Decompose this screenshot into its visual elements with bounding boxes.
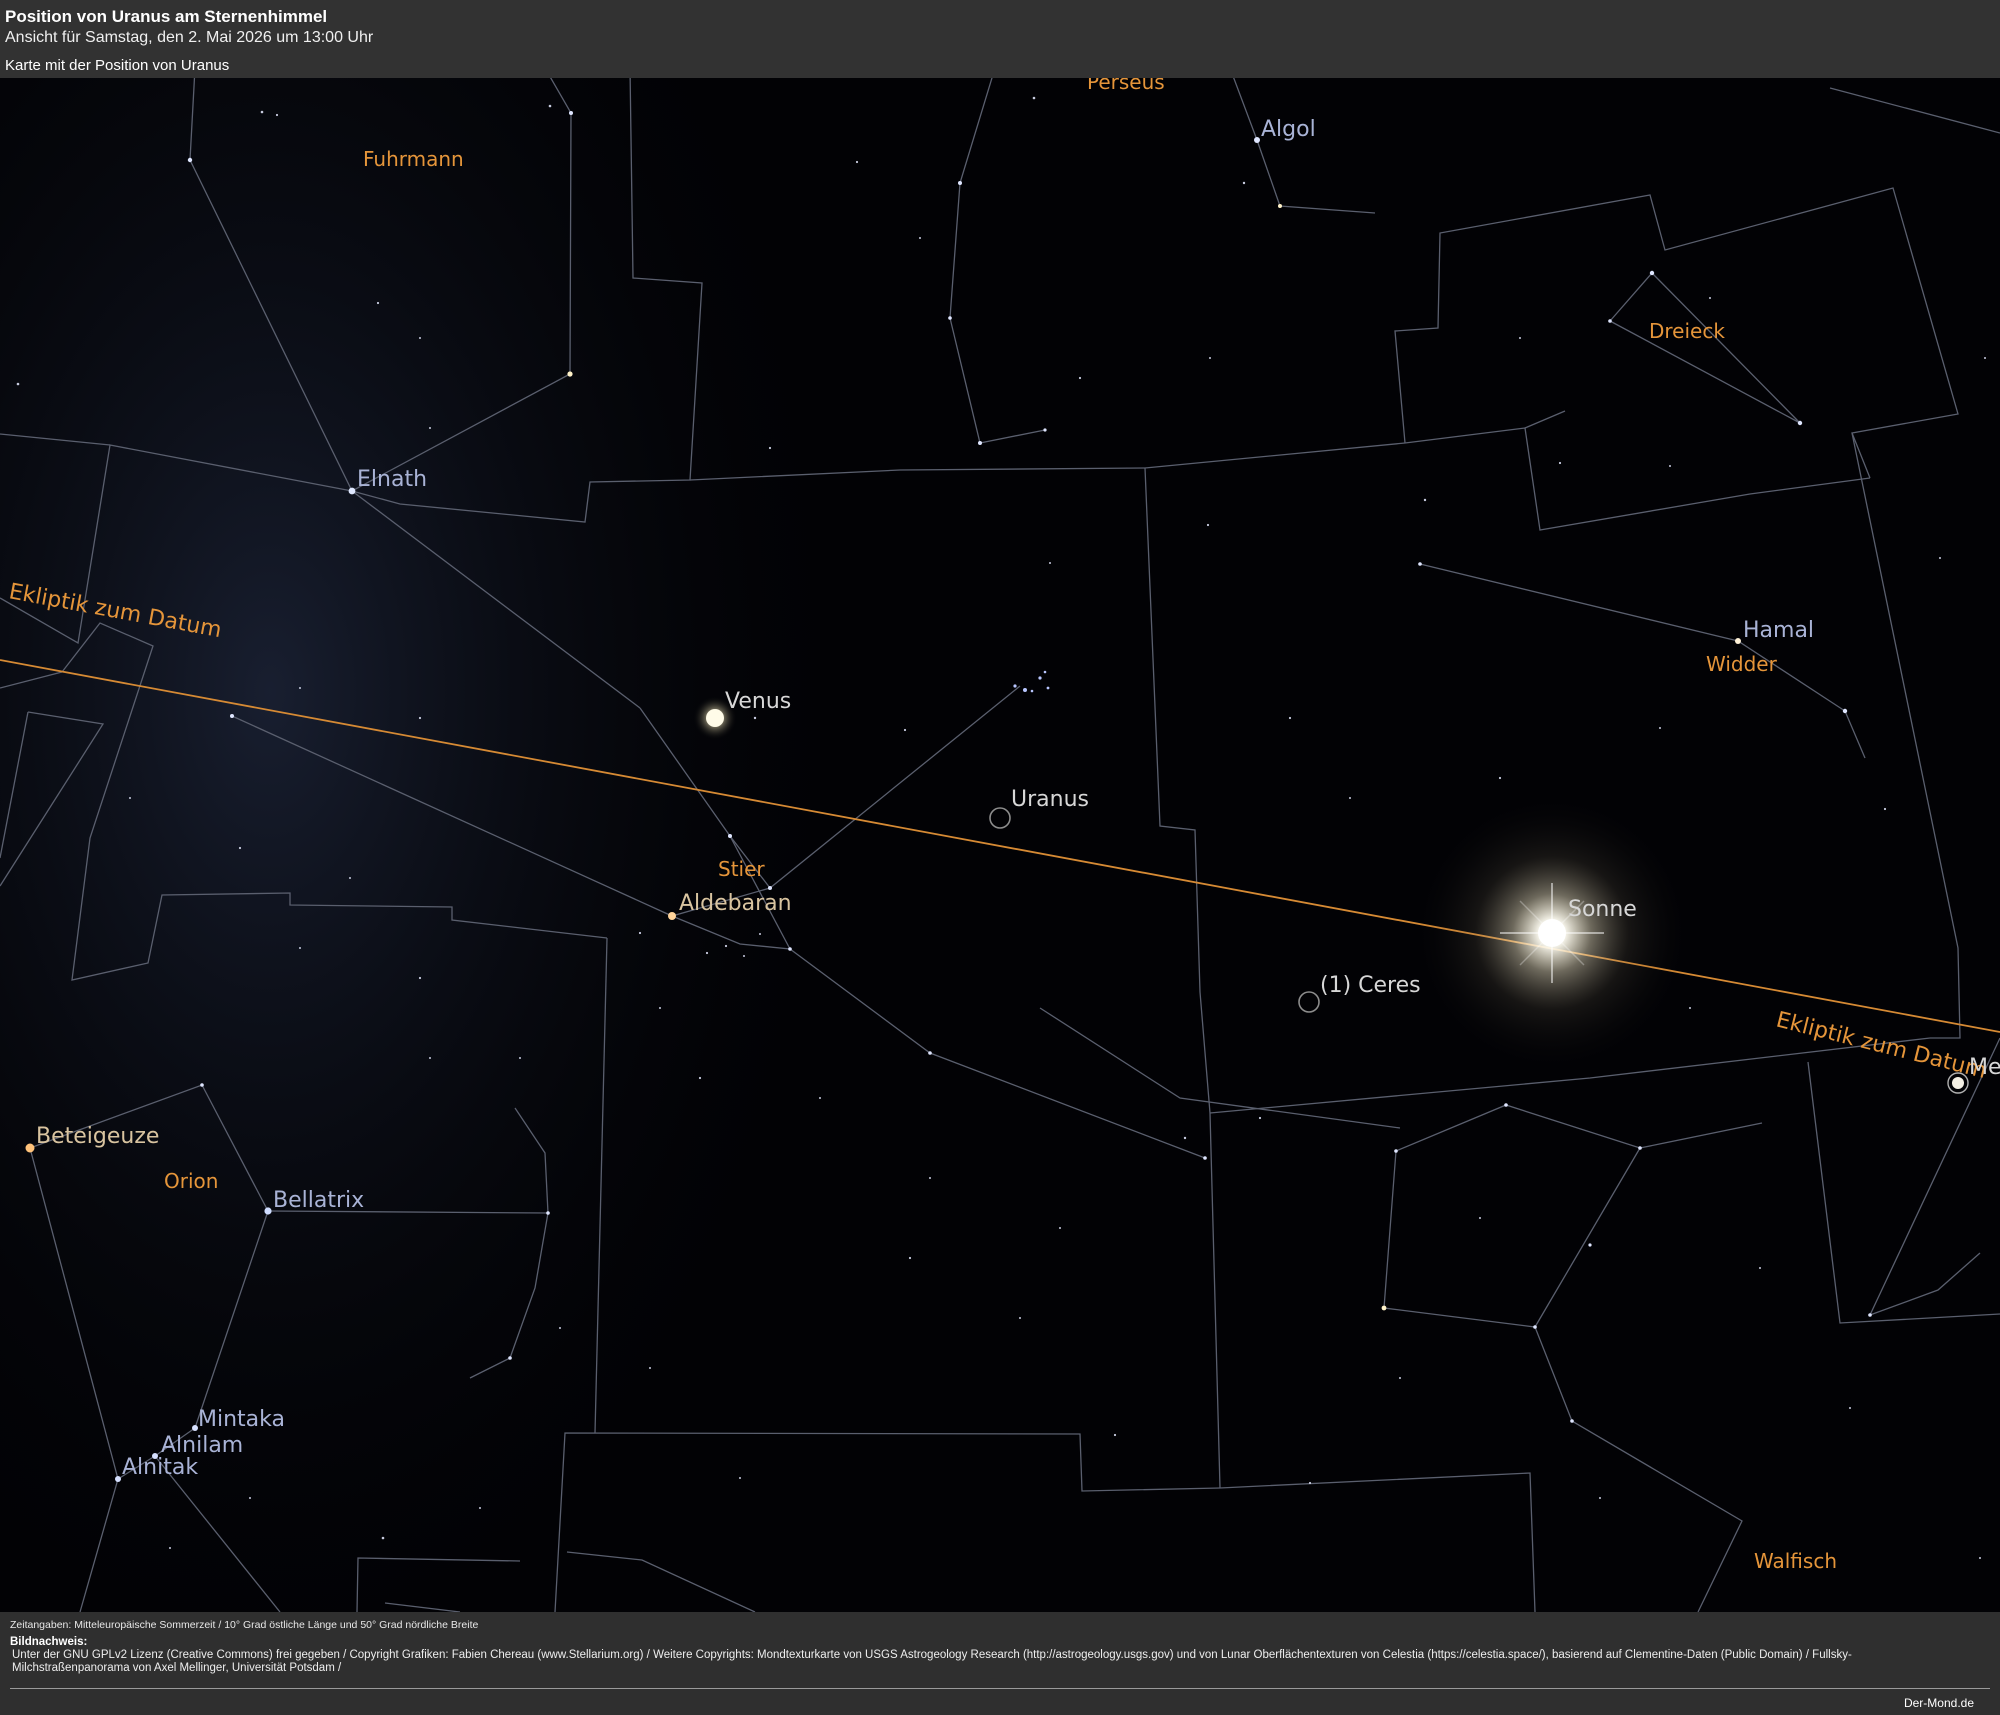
- brand-label: Der-Mond.de: [1903, 1696, 1974, 1710]
- footer: Zeitangaben: Mitteleuropäische Sommerzei…: [0, 1612, 2000, 1715]
- star-hamal: [1735, 638, 1741, 644]
- star-label-aldebaran: Aldebaran: [679, 891, 792, 916]
- constellation-label-fuhrmann: Fuhrmann: [363, 147, 464, 171]
- body-label-sonne: Sonne: [1568, 897, 1637, 922]
- star-algol: [1254, 137, 1260, 143]
- page-title: Position von Uranus am Sternenhimmel: [5, 7, 328, 26]
- body-label-venus: Venus: [725, 689, 791, 714]
- star-label-elnath: Elnath: [357, 467, 427, 492]
- milky-way-glow: [0, 78, 900, 1612]
- time-info: Zeitangaben: Mitteleuropäische Sommerzei…: [10, 1619, 479, 1631]
- map-caption: Karte mit der Position von Uranus: [5, 57, 230, 74]
- constellation-label-walfisch: Walfisch: [1754, 1549, 1837, 1573]
- sky-map-canvas: Ekliptik zum Datum Ekliptik zum Datum Pe…: [0, 78, 2000, 1612]
- star-aldebaran: [668, 912, 676, 920]
- star-label-mintaka: Mintaka: [198, 1407, 285, 1432]
- sun: [1412, 793, 1692, 1073]
- constellation-label-dreieck: Dreieck: [1649, 319, 1725, 343]
- star-elnath: [348, 487, 356, 495]
- constellation-label-orion: Orion: [164, 1169, 218, 1193]
- star-label-hamal: Hamal: [1743, 618, 1814, 643]
- star-label-alnitak: Alnitak: [122, 1455, 198, 1480]
- body-label-uranus: Uranus: [1011, 787, 1089, 812]
- star-label-bellatrix: Bellatrix: [273, 1188, 364, 1213]
- star-beteigeuze: [25, 1143, 35, 1153]
- constellation-label-perseus: Perseus: [1087, 78, 1165, 94]
- body-label-merkur: Me: [1969, 1055, 2000, 1080]
- star-alnitak: [115, 1476, 121, 1482]
- star-label-beteigeuze: Beteigeuze: [36, 1124, 159, 1149]
- footer-divider: [10, 1688, 1990, 1689]
- star-label-algol: Algol: [1261, 117, 1316, 142]
- star-bellatrix: [264, 1207, 272, 1215]
- constellation-label-widder: Widder: [1706, 652, 1778, 676]
- header: Position von Uranus am Sternenhimmel Ans…: [0, 0, 2000, 78]
- page-subtitle: Ansicht für Samstag, den 2. Mai 2026 um …: [5, 29, 374, 46]
- sky-map: Ekliptik zum Datum Ekliptik zum Datum Pe…: [0, 78, 2000, 1612]
- credits-heading: Bildnachweis:: [10, 1636, 88, 1648]
- credits-text: Unter der GNU GPLv2 Lizenz (Creative Com…: [12, 1649, 1852, 1674]
- constellation-label-stier: Stier: [718, 857, 765, 881]
- body-label-ceres: (1) Ceres: [1320, 973, 1421, 998]
